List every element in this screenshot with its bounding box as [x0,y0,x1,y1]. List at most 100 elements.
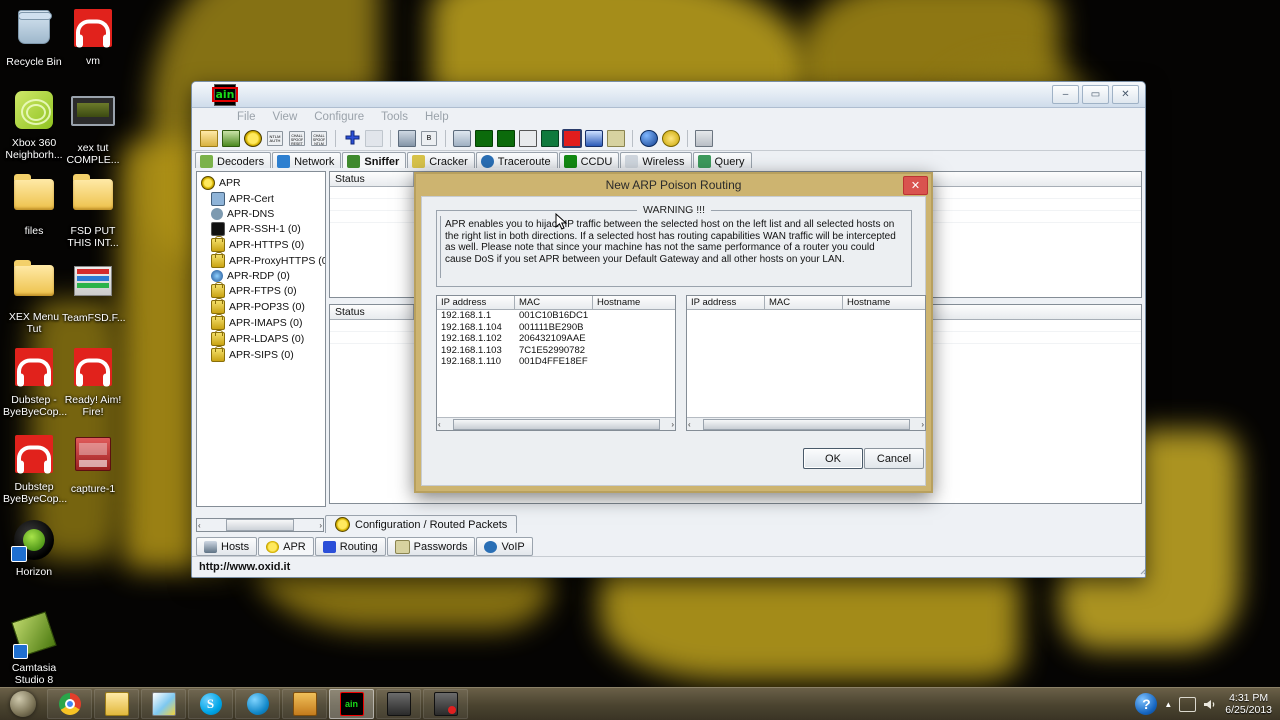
footer-tab-passwords[interactable]: Passwords [386,537,476,556]
taskbar-button-camtasia[interactable] [282,689,327,719]
table-row[interactable]: 192.168.1.104 001111BE290B [437,322,675,334]
desktop-icon-xex-tut[interactable]: xex tut COMPLE... [62,88,124,166]
minimize-button[interactable]: – [1052,85,1079,104]
maximize-button[interactable]: ▭ [1082,85,1109,104]
footer-tab-apr[interactable]: APR [258,537,314,556]
cancel-button[interactable]: Cancel [864,448,924,469]
cain-application-window[interactable]: ain – ▭ ✕ File View Configure Tools Help… [191,81,1146,578]
key-icon[interactable] [606,129,626,148]
system-tray[interactable]: ? ▲ 4:31 PM 6/25/2013 [1135,692,1280,716]
scroll-thumb[interactable] [452,418,660,430]
desktop-icon-vm[interactable]: vm [62,6,124,68]
taskbar-button-skype[interactable]: S [188,689,233,719]
stop-service-icon[interactable] [221,129,241,148]
chevron-up-icon[interactable]: ▲ [1164,700,1172,709]
right-host-list[interactable]: IP address MAC Hostname ‹ › [686,295,926,431]
desktop-icon-recycle-bin[interactable]: Recycle Bin [3,6,65,69]
left-list-hscrollbar[interactable]: ‹ › [437,417,675,430]
column-status[interactable]: Status [330,305,414,319]
table-row[interactable]: 192.168.1.103 7C1E52990782 [437,345,675,357]
open-file-icon[interactable] [199,129,219,148]
menu-bar[interactable]: File View Configure Tools Help [192,108,1145,126]
desktop-icon-capture-1[interactable]: capture-1 [62,432,124,496]
ntlm-auth-icon[interactable]: NTLM AUTH [265,129,285,148]
taskbar-button-cain[interactable]: ain [329,689,374,719]
dialog-titlebar[interactable]: New ARP Poison Routing ✕ [416,174,931,196]
tree-node-apr-ldaps[interactable]: APR-LDAPS (0) [197,330,325,347]
main-toolbar[interactable]: NTLM AUTH CHALL SPOOF RESET CHALL SPOOF NTLM … [192,126,1145,151]
menu-item-help[interactable]: Help [425,111,449,123]
ok-button[interactable]: OK [803,448,863,469]
footer-tab-voip[interactable]: VoIP [476,537,533,556]
desktop-icon-teamfsd[interactable]: TeamFSD.F... [62,258,126,325]
menu-item-view[interactable]: View [273,111,298,123]
tree-node-apr-imaps[interactable]: APR-IMAPS (0) [197,314,325,331]
add-to-list-icon[interactable] [342,129,362,148]
tree-node-apr-rdp[interactable]: APR-RDP (0) [197,269,325,283]
scroll-left-arrow[interactable]: ‹ [688,420,691,429]
certificate-icon[interactable] [540,129,560,148]
taskbar-button-chrome[interactable] [47,689,92,719]
taskbar[interactable]: S ain ? ▲ 4:31 PM 6/25/2013 [0,687,1280,720]
taskbar-button-media-2[interactable] [423,689,468,719]
dialog-icon[interactable] [562,128,582,148]
desktop-icon-dubstep-byebyecop-2[interactable]: Dubstep ByeByeCop... [3,432,67,505]
table-row[interactable]: 192.168.1.110 001D4FFE18EF [437,356,675,368]
network-icon[interactable] [1179,696,1197,712]
tree-node-apr-ssh1[interactable]: APR-SSH-1 (0) [197,221,325,237]
column-mac[interactable]: MAC [765,296,843,309]
taskbar-button-media-1[interactable] [376,689,421,719]
menu-item-tools[interactable]: Tools [381,111,408,123]
about-info-icon[interactable] [639,129,659,148]
tree-node-apr-sips[interactable]: APR-SIPS (0) [197,346,325,363]
footer-tab-routing[interactable]: Routing [314,537,386,556]
desktop-icon-xex-menu-tut[interactable]: XEX Menu Tut [3,258,65,335]
rsa-token-icon[interactable] [452,129,472,148]
scroll-thumb[interactable] [702,418,910,430]
hash-calculator-icon[interactable] [496,129,516,148]
desktop-icon-horizon[interactable]: Horizon [3,518,65,579]
table-row[interactable]: 192.168.1.102 206432109AAE [437,333,675,345]
exit-icon[interactable] [694,129,714,148]
scroll-right-arrow[interactable]: › [921,420,924,429]
close-button[interactable]: ✕ [1112,85,1139,104]
wireless-scan-icon[interactable] [584,129,604,148]
clock[interactable]: 4:31 PM 6/25/2013 [1225,692,1272,716]
left-host-list[interactable]: IP address MAC Hostname 192.168.1.1 001C1… [436,295,676,431]
tree-node-apr-pop3s[interactable]: APR-POP3S (0) [197,298,325,315]
new-arp-poison-routing-dialog[interactable]: New ARP Poison Routing ✕ WARNING !!! APR… [414,172,933,493]
desktop-icon-camtasia[interactable]: Camtasia Studio 8 [3,611,65,686]
content-tab-row[interactable]: Configuration / Routed Packets [192,515,1145,533]
start-sniffer-icon[interactable] [243,129,263,148]
tree-node-apr-proxyhttps[interactable]: APR-ProxyHTTPS (0) [197,252,325,269]
remove-icon[interactable] [364,129,384,148]
start-button[interactable] [0,689,46,719]
column-ip-address[interactable]: IP address [437,296,515,309]
window-titlebar[interactable]: ain – ▭ ✕ [192,82,1145,108]
taskbar-button-explorer[interactable] [94,689,139,719]
traceroute-icon[interactable] [518,129,538,148]
window-controls[interactable]: – ▭ ✕ [1052,85,1139,104]
help-tip-icon[interactable] [661,129,681,148]
tree-node-apr-root[interactable]: APR [197,175,325,191]
column-hostname[interactable]: Hostname [843,296,923,309]
tree-node-apr-ftps[interactable]: APR-FTPS (0) [197,282,325,299]
chall-spoof-ntlm-icon[interactable]: CHALL SPOOF NTLM [309,129,329,148]
column-ip-address[interactable]: IP address [687,296,765,309]
footer-tab-bar[interactable]: Hosts APR Routing Passwords VoIP [196,537,533,556]
desktop-icon-xbox-neighborhood[interactable]: Xbox 360 Neighborh... [3,88,65,161]
table-row[interactable]: 192.168.1.1 001C10B16DC1 [437,310,675,322]
resize-grip[interactable] [1138,563,1146,575]
column-mac[interactable]: MAC [515,296,593,309]
volume-icon[interactable] [1203,698,1218,711]
taskbar-button-paint[interactable] [141,689,186,719]
network-enum-icon[interactable] [397,129,417,148]
tree-node-apr-https[interactable]: APR-HTTPS (0) [197,236,325,253]
column-hostname[interactable]: Hostname [593,296,673,309]
footer-tab-hosts[interactable]: Hosts [196,537,258,556]
tree-node-apr-dns[interactable]: APR-DNS [197,207,325,221]
scroll-left-arrow[interactable]: ‹ [438,420,441,429]
base64-decoder-icon[interactable]: B [419,129,439,148]
right-list-header[interactable]: IP address MAC Hostname [687,296,925,310]
left-list-rows[interactable]: 192.168.1.1 001C10B16DC1 192.168.1.104 001… [437,310,675,368]
